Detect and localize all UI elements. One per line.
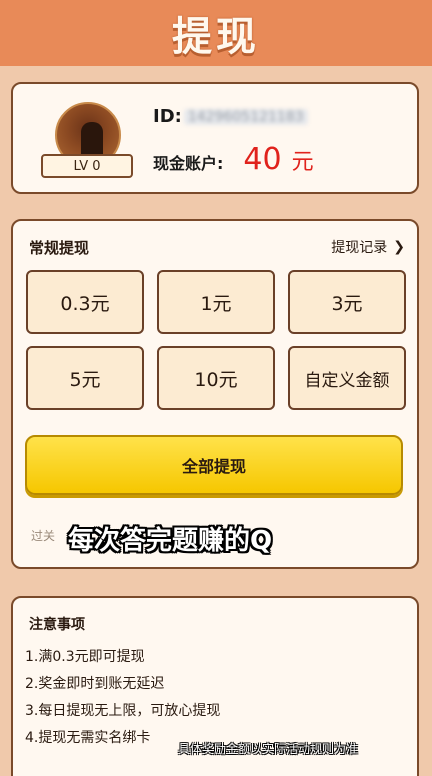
withdraw-all-button[interactable]: 全部提现 <box>25 435 403 495</box>
page-title: 提现 <box>172 14 260 60</box>
withdraw-card: 常规提现 提现记录 ❯ 0.3元 1元 3元 5元 10元 自定义金额 全部提现… <box>11 219 419 569</box>
user-id-value: 1429605121183 <box>183 108 308 125</box>
balance-unit: 元 <box>291 150 314 175</box>
notice-item: 3.每日提现无上限，可放心提现 <box>25 703 221 719</box>
page-header: 提现 <box>0 0 432 66</box>
section-title: 常规提现 <box>29 239 90 257</box>
notice-item: 1.满0.3元即可提现 <box>25 649 145 665</box>
notice-item: 2.奖金即时到账无延迟 <box>25 676 165 692</box>
amount-option-custom[interactable]: 自定义金额 <box>288 346 406 410</box>
balance-label: 现金账户: <box>153 154 224 173</box>
level-badge: LV 0 <box>41 154 133 178</box>
amount-option-5[interactable]: 5元 <box>26 346 144 410</box>
video-caption: 每次答完题赚的Q <box>68 526 273 556</box>
withdraw-tip: 过关 <box>31 529 56 543</box>
balance-row: 现金账户: 40 元 <box>153 142 314 177</box>
amount-option-10[interactable]: 10元 <box>157 346 275 410</box>
balance-amount: 40 <box>243 142 282 177</box>
user-id-label: ID: <box>153 106 182 127</box>
chevron-right-icon: ❯ <box>393 239 405 255</box>
avatar-area: LV 0 <box>41 102 133 178</box>
user-id-row: ID: 1429605121183 <box>153 106 308 127</box>
amount-option-3[interactable]: 3元 <box>288 270 406 334</box>
profile-card: LV 0 ID: 1429605121183 现金账户: 40 元 <box>11 82 419 194</box>
amount-option-0-3[interactable]: 0.3元 <box>26 270 144 334</box>
notice-list: 1.满0.3元即可提现 2.奖金即时到账无延迟 3.每日提现无上限，可放心提现 … <box>25 644 220 752</box>
amount-option-1[interactable]: 1元 <box>157 270 275 334</box>
records-label: 提现记录 <box>331 240 388 256</box>
disclaimer-text: 具体奖励金额以实际活动规则为准 <box>178 742 359 756</box>
notice-title: 注意事项 <box>29 617 85 633</box>
withdraw-records-link[interactable]: 提现记录 ❯ <box>331 237 405 257</box>
